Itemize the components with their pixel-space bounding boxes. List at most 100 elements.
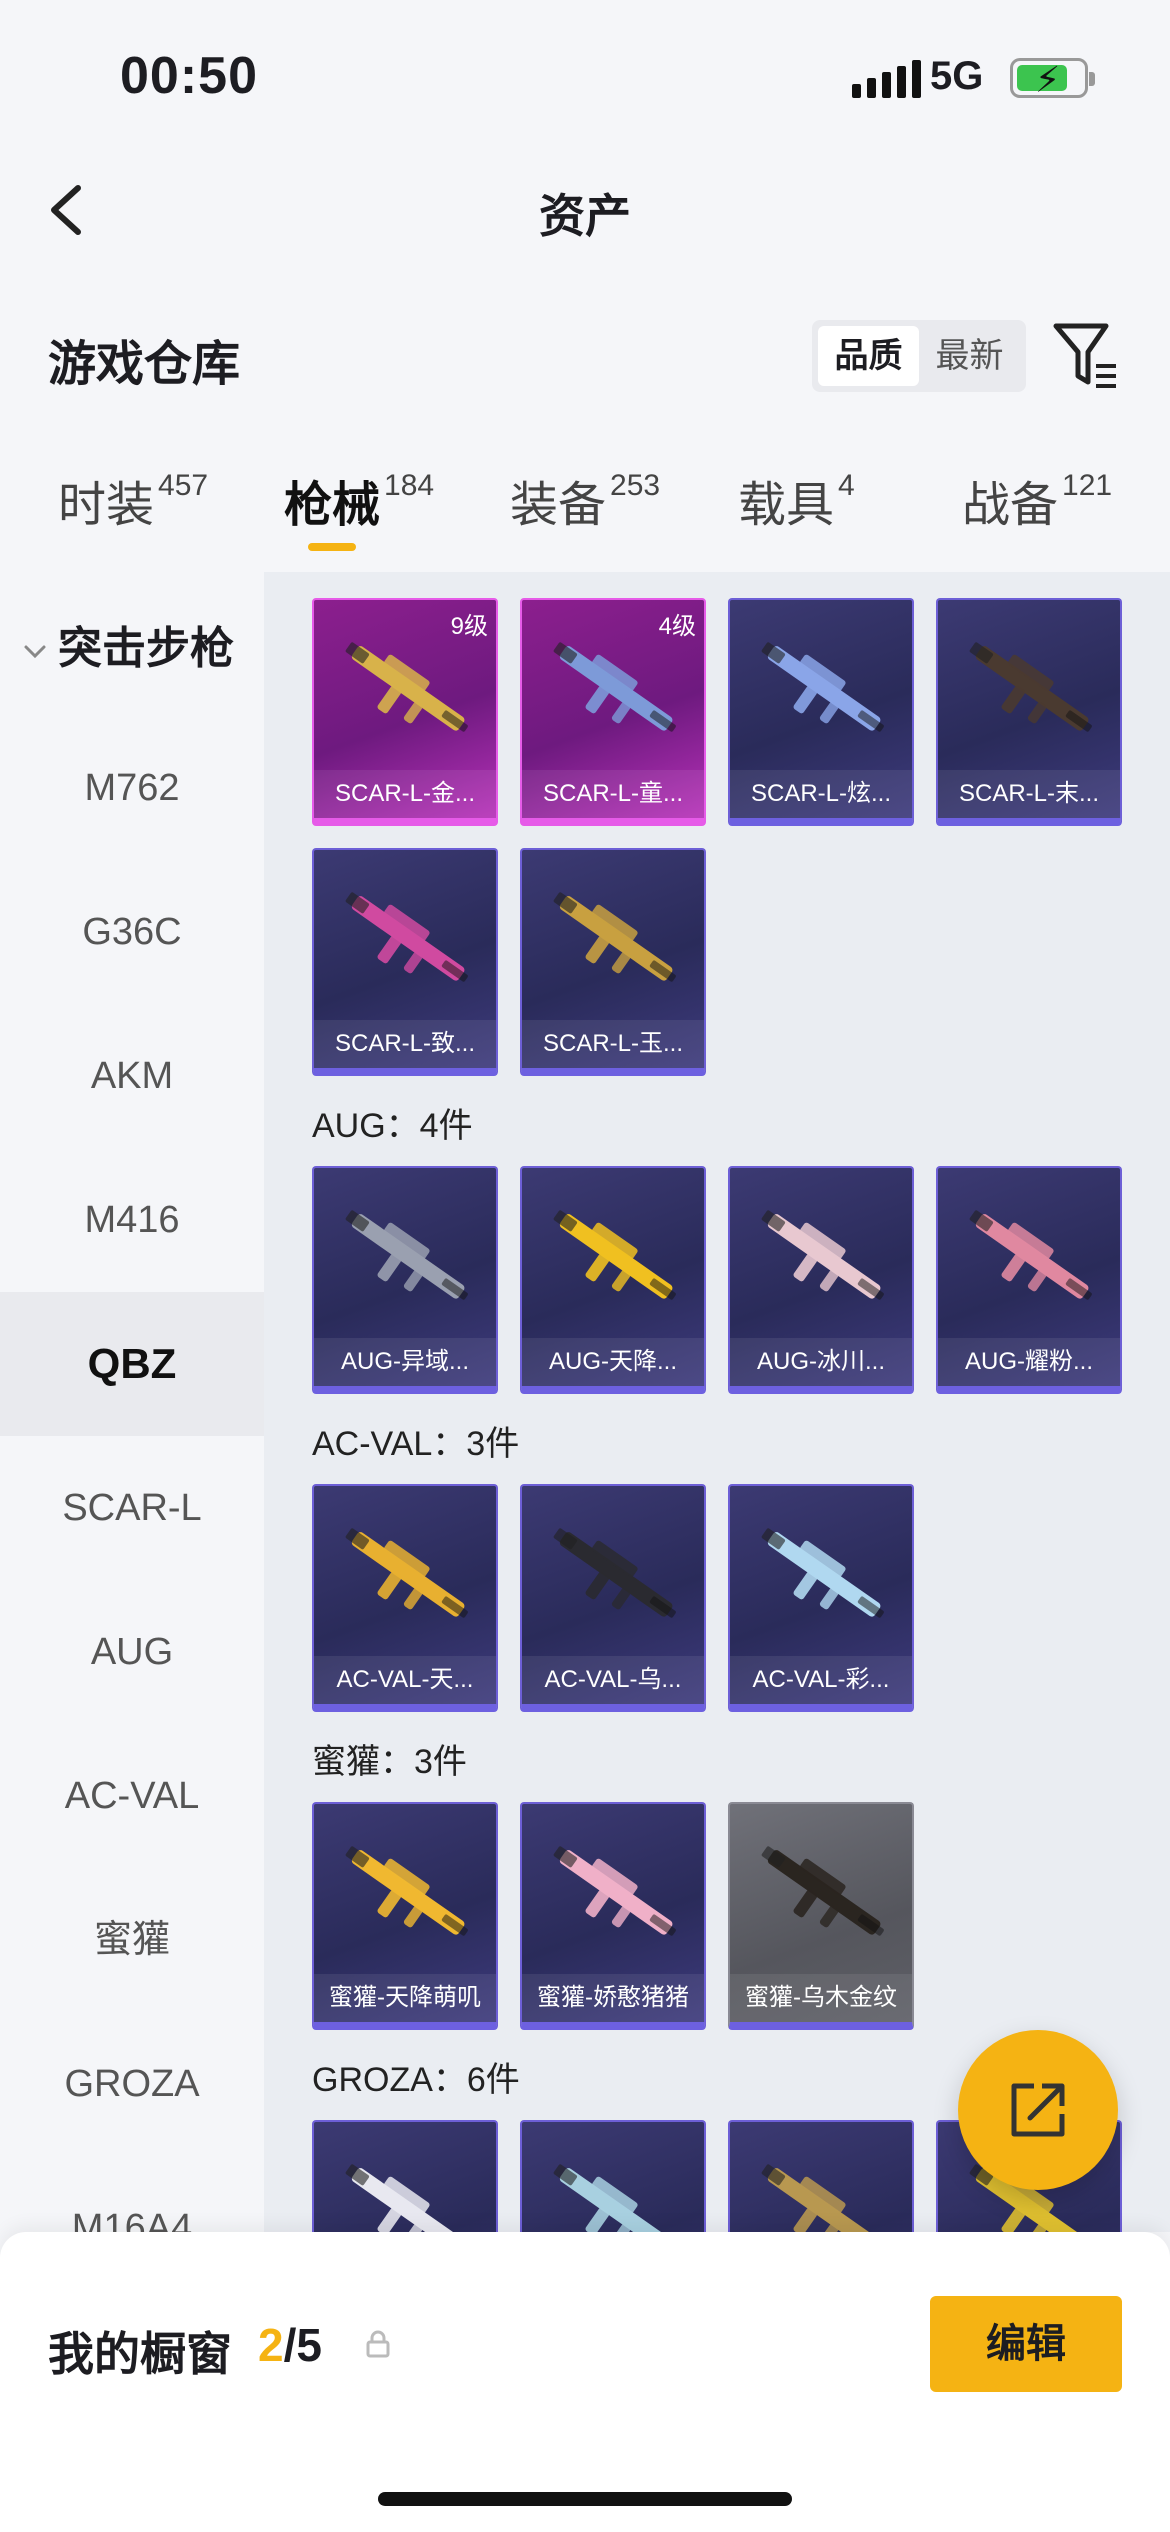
weapon-card-name: AUG-异域... xyxy=(314,1338,496,1386)
weapon-card[interactable]: SCAR-L-炫... xyxy=(728,598,914,826)
rifle-skin-icon xyxy=(969,642,1092,732)
weapon-card[interactable]: SCAR-L-玉... xyxy=(520,848,706,1076)
weapon-card[interactable] xyxy=(728,2120,914,2232)
weapon-card-name: SCAR-L-致... xyxy=(314,1020,496,1068)
weapon-card[interactable]: 蜜獾-天降萌叽 xyxy=(312,1802,498,2030)
status-time: 00:50 xyxy=(120,47,258,105)
sidebar-item-qbz[interactable]: QBZ xyxy=(0,1292,264,1436)
aug-grid: AUG-异域... AUG-天降... AUG-冰川... AUG-耀粉... xyxy=(312,1166,1122,1394)
weapon-card[interactable] xyxy=(312,2120,498,2232)
rifle-skin-icon xyxy=(761,642,884,732)
rifle-skin-icon xyxy=(553,892,676,982)
weapon-card-name: 蜜獾-天降萌叽 xyxy=(314,1974,496,2022)
tab-fashion[interactable]: 时装 457 xyxy=(58,465,208,535)
rifle-skin-icon xyxy=(345,2164,465,2232)
section-label-honey-badger: 蜜獾：3件 xyxy=(312,1743,467,1781)
tab-active-indicator xyxy=(308,543,356,551)
weapon-card-name: AUG-耀粉... xyxy=(938,1338,1120,1386)
weapon-card-name: SCAR-L-末... xyxy=(938,770,1120,818)
filter-icon xyxy=(1053,323,1116,388)
weapon-card[interactable] xyxy=(520,2120,706,2232)
rifle-skin-icon xyxy=(345,1846,468,1936)
tab-label: 枪械 xyxy=(284,479,381,532)
weapon-card[interactable]: AC-VAL-乌... xyxy=(520,1484,706,1712)
share-icon xyxy=(1011,2083,1065,2137)
scar-grid-row1: 9级 SCAR-L-金... 4级 SCAR-L-童... SCAR-L-炫... SCA… xyxy=(312,598,1122,826)
home-indicator xyxy=(378,2492,792,2506)
share-fab-button[interactable] xyxy=(958,2030,1118,2190)
showcase-bar: 我的橱窗 2/5 编辑 xyxy=(0,2232,1170,2532)
warehouse-row: 游戏仓库 品质 最新 xyxy=(0,310,1170,400)
sidebar-item-honey-badger[interactable]: 蜜獾 xyxy=(0,1868,264,2012)
weapon-card[interactable]: AUG-冰川... xyxy=(728,1166,914,1394)
weapon-grid: 9级 SCAR-L-金... 4级 SCAR-L-童... SCAR-L-炫... SCA… xyxy=(264,572,1170,2232)
rifle-skin-icon xyxy=(553,1846,676,1936)
page-title: 资产 xyxy=(539,190,631,242)
section-label-groza: GROZA：6件 xyxy=(312,2061,520,2099)
sidebar-group-assault-rifle[interactable]: 突击步枪 xyxy=(20,612,234,676)
sidebar-item-g36c[interactable]: G36C xyxy=(0,860,264,1004)
tab-label: 装备 xyxy=(510,479,607,532)
weapon-card[interactable]: 蜜獾-娇憨猪猪 xyxy=(520,1802,706,2030)
weapon-card-name: 蜜獾-娇憨猪猪 xyxy=(522,1974,704,2022)
edit-showcase-button[interactable]: 编辑 xyxy=(930,2296,1122,2392)
rifle-skin-icon xyxy=(553,642,676,732)
tab-label: 战备 xyxy=(962,479,1059,532)
weapon-card-name: SCAR-L-童... xyxy=(522,770,704,818)
sidebar-item-ac-val[interactable]: AC-VAL xyxy=(0,1724,264,1868)
sidebar-item-m762[interactable]: M762 xyxy=(0,716,264,860)
weapon-card[interactable]: 4级 SCAR-L-童... xyxy=(520,598,706,826)
tab-count: 184 xyxy=(384,469,435,502)
honey-badger-grid: 蜜獾-天降萌叽 蜜獾-娇憨猪猪 蜜獾-乌木金纹 xyxy=(312,1802,914,2030)
weapon-card-name: AC-VAL-天... xyxy=(314,1656,496,1704)
weapon-card-name: SCAR-L-金... xyxy=(314,770,496,818)
weapon-card-name: 蜜獾-乌木金纹 xyxy=(730,1974,912,2022)
weapon-card[interactable]: AUG-异域... xyxy=(312,1166,498,1394)
sidebar-item-m16a4[interactable]: M16A4 xyxy=(0,2156,264,2232)
weapon-card[interactable]: 蜜獾-乌木金纹 xyxy=(728,1802,914,2030)
section-label-ac-val: AC-VAL：3件 xyxy=(312,1425,520,1463)
rifle-skin-icon xyxy=(761,1528,884,1618)
tab-equipment[interactable]: 装备 253 xyxy=(510,465,660,535)
rifle-skin-icon xyxy=(553,1528,676,1618)
sort-toggle: 品质 最新 xyxy=(812,320,1026,392)
level-badge: 9级 xyxy=(450,613,488,640)
weapon-card[interactable]: SCAR-L-致... xyxy=(312,848,498,1076)
tab-supplies[interactable]: 战备 121 xyxy=(962,465,1112,535)
tab-vehicles[interactable]: 载具 4 xyxy=(738,465,855,535)
tab-label: 载具 xyxy=(738,479,835,532)
weapon-card[interactable]: AUG-耀粉... xyxy=(936,1166,1122,1394)
sidebar-item-scar-l[interactable]: SCAR-L xyxy=(0,1436,264,1580)
tab-count: 121 xyxy=(1062,469,1113,502)
status-bar: 00:50 5G ⚡ xyxy=(0,0,1170,150)
sort-latest-button[interactable]: 最新 xyxy=(919,326,1020,386)
rifle-skin-icon xyxy=(761,1846,884,1936)
weapon-type-sidebar: 突击步枪 M762 G36C AKM M416 QBZ SCAR-L AUG A… xyxy=(0,572,264,2232)
chevron-down-icon xyxy=(24,645,46,659)
weapon-card-name: AC-VAL-彩... xyxy=(730,1656,912,1704)
weapon-card[interactable]: SCAR-L-末... xyxy=(936,598,1122,826)
nav-header: 资产 xyxy=(0,150,1170,270)
rifle-skin-icon xyxy=(761,2164,881,2232)
level-badge: 4级 xyxy=(658,613,696,640)
sidebar-item-m416[interactable]: M416 xyxy=(0,1148,264,1292)
sort-quality-button[interactable]: 品质 xyxy=(818,326,919,386)
sidebar-item-groza[interactable]: GROZA xyxy=(0,2012,264,2156)
sidebar-item-aug[interactable]: AUG xyxy=(0,1580,264,1724)
weapon-card[interactable]: AC-VAL-天... xyxy=(312,1484,498,1712)
tab-count: 457 xyxy=(158,469,209,502)
sidebar-item-akm[interactable]: AKM xyxy=(0,1004,264,1148)
rifle-skin-icon xyxy=(553,1210,676,1300)
weapon-card[interactable]: AC-VAL-彩... xyxy=(728,1484,914,1712)
weapon-card-name: AUG-冰川... xyxy=(730,1338,912,1386)
filter-button[interactable] xyxy=(1050,318,1120,394)
weapon-card-name: SCAR-L-玉... xyxy=(522,1020,704,1068)
tab-label: 时装 xyxy=(58,479,155,532)
weapon-card[interactable]: AUG-天降... xyxy=(520,1166,706,1394)
warehouse-title: 游戏仓库 xyxy=(48,338,241,391)
section-label-aug: AUG：4件 xyxy=(312,1107,473,1145)
tab-firearms[interactable]: 枪械 184 xyxy=(284,465,435,551)
sidebar-group-label: 突击步枪 xyxy=(58,624,234,673)
rifle-skin-icon xyxy=(345,1210,468,1300)
weapon-card[interactable]: 9级 SCAR-L-金... xyxy=(312,598,498,826)
